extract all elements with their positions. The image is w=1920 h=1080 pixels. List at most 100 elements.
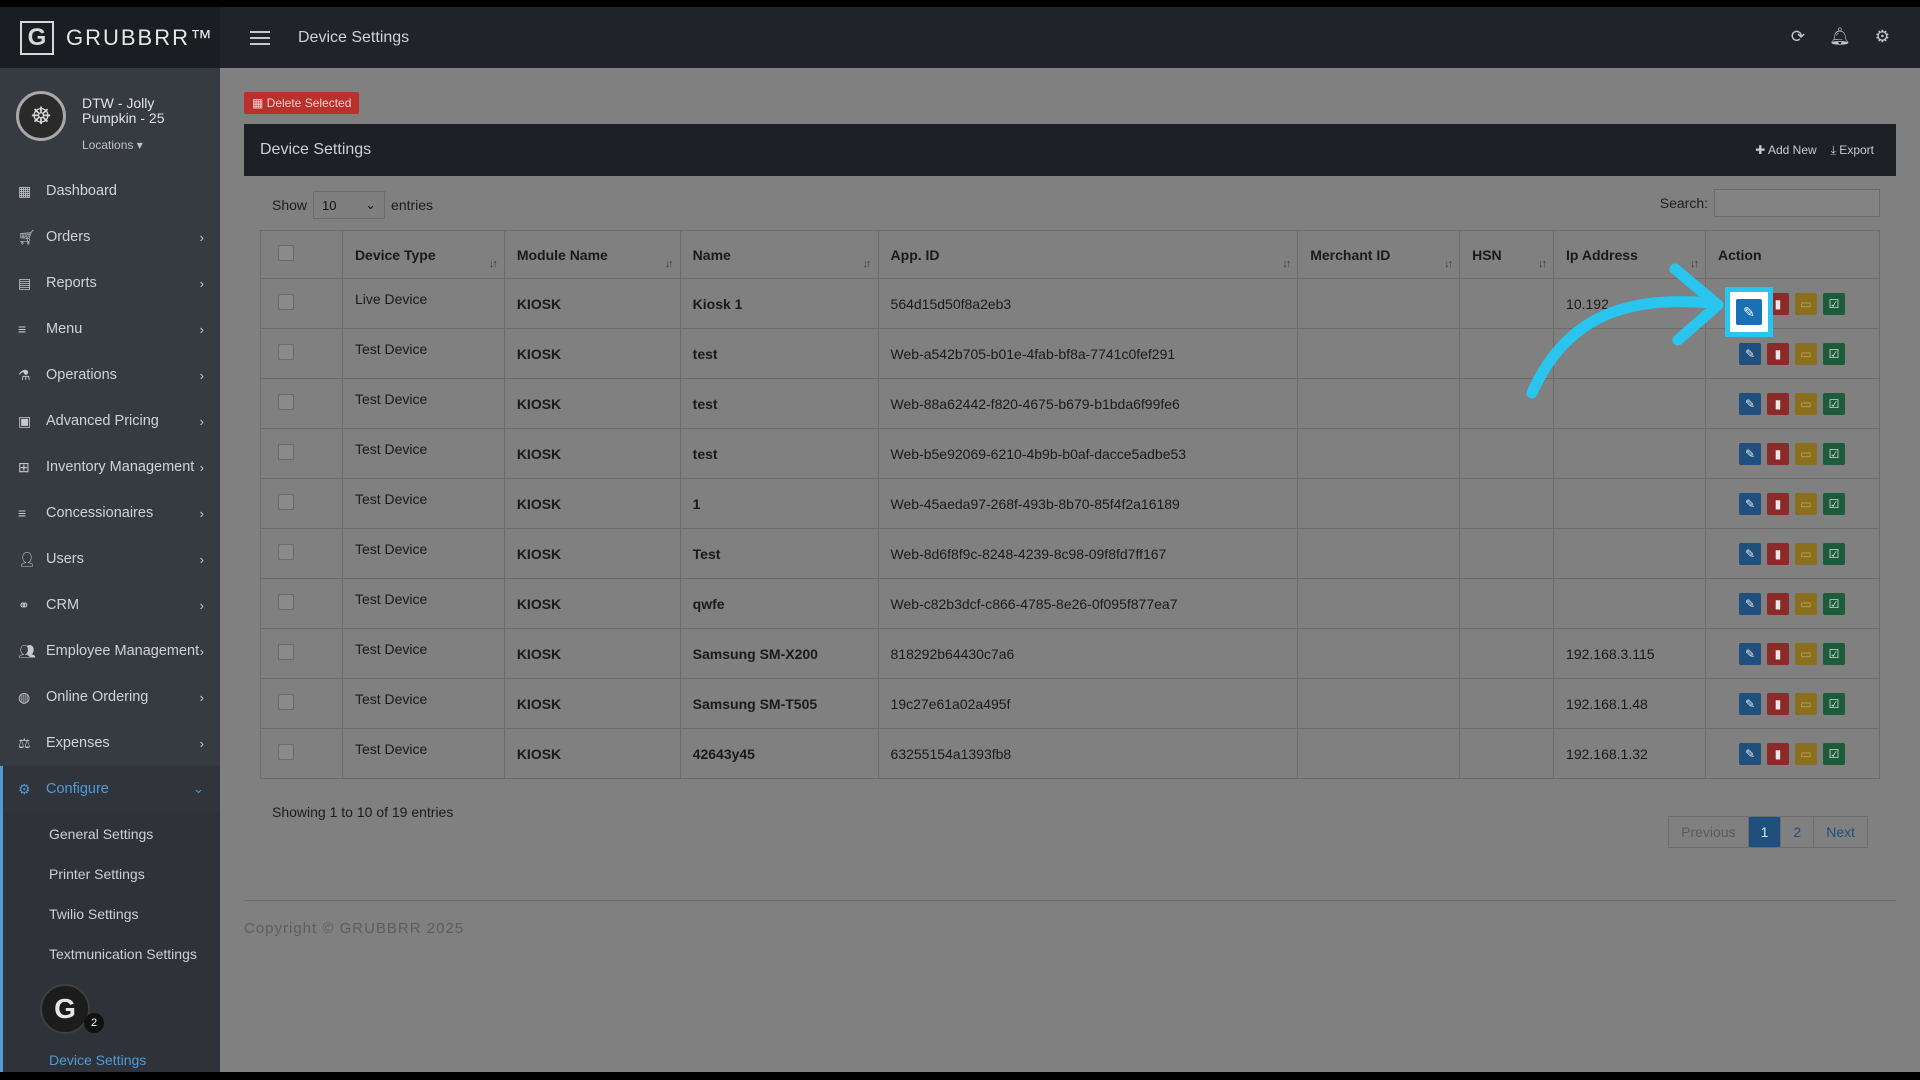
delete-button[interactable]: ▮ — [1766, 692, 1789, 715]
column-header-module-name[interactable]: Module Name ↓↑ — [503, 230, 681, 279]
brand[interactable]: G GRUBBRR™ — [0, 7, 220, 68]
row-checkbox[interactable] — [278, 544, 294, 560]
sidebar-item-dashboard[interactable]: ▦ Dashboard — [0, 168, 220, 214]
delete-button[interactable]: ▮ — [1766, 492, 1789, 515]
edit-button[interactable]: ✎ — [1738, 492, 1761, 515]
approve-button[interactable]: ☑ — [1822, 542, 1845, 565]
approve-button[interactable]: ☑ — [1822, 742, 1845, 765]
sidebar-item-online-ordering[interactable]: ◍ Online Ordering › — [0, 674, 220, 720]
add-new-button[interactable]: ✚ Add New — [1755, 143, 1816, 158]
subnav-item-textmunication-settings[interactable]: Textmunication Settings — [3, 934, 220, 1000]
column-header-action[interactable]: Action — [1704, 230, 1881, 279]
subnav-item-twilio-settings[interactable]: Twilio Settings — [3, 894, 220, 934]
sidebar-item-orders[interactable]: 🛒︎ Orders › — [0, 214, 220, 260]
delete-button[interactable]: ▮ — [1766, 642, 1789, 665]
sidebar-item-menu[interactable]: ≡ Menu › — [0, 306, 220, 352]
approve-button[interactable]: ☑ — [1822, 692, 1845, 715]
merchant-id-cell — [1297, 278, 1461, 329]
approve-button[interactable]: ☑ — [1822, 592, 1845, 615]
sidebar-item-employee-management[interactable]: 👥︎ Employee Management › — [0, 628, 220, 674]
refresh-icon[interactable]: ⟳ — [1791, 27, 1805, 47]
column-header-merchant-id[interactable]: Merchant ID ↓↑ — [1297, 230, 1461, 279]
search-input[interactable] — [1714, 189, 1880, 217]
sidebar-item-crm[interactable]: ⚭ CRM › — [0, 582, 220, 628]
row-checkbox[interactable] — [278, 294, 294, 310]
view-button[interactable]: ▭ — [1794, 292, 1817, 315]
row-checkbox[interactable] — [278, 344, 294, 360]
view-button[interactable]: ▭ — [1794, 392, 1817, 415]
approve-button[interactable]: ☑ — [1822, 492, 1845, 515]
column-header-hsn[interactable]: HSN ↓↑ — [1459, 230, 1555, 279]
module-name-cell: KIOSK — [503, 278, 681, 329]
approve-button[interactable]: ☑ — [1822, 392, 1845, 415]
subnav-item-device-settings[interactable]: Device Settings — [3, 1040, 220, 1072]
delete-button[interactable]: ▮ — [1766, 592, 1789, 615]
edit-button[interactable]: ✎ — [1738, 442, 1761, 465]
row-checkbox[interactable] — [278, 444, 294, 460]
previous-page-button[interactable]: Previous — [1669, 817, 1749, 847]
sort-icon: ↓↑ — [1444, 258, 1453, 270]
column-header-name[interactable]: Name ↓↑ — [679, 230, 879, 279]
row-checkbox[interactable] — [278, 494, 294, 510]
edit-button[interactable]: ✎ — [1738, 342, 1761, 365]
select-all-checkbox[interactable] — [278, 245, 294, 261]
view-button[interactable]: ▭ — [1794, 492, 1817, 515]
sidebar-item-reports[interactable]: ▤ Reports › — [0, 260, 220, 306]
column-header-ip-address[interactable]: Ip Address ↓↑ — [1553, 230, 1706, 279]
sidebar-item-users[interactable]: 👤︎ Users › — [0, 536, 220, 582]
row-checkbox[interactable] — [278, 594, 294, 610]
approve-button[interactable]: ☑ — [1822, 342, 1845, 365]
row-checkbox[interactable] — [278, 644, 294, 660]
gear-icon[interactable]: ⚙ — [1875, 27, 1890, 47]
view-button[interactable]: ▭ — [1794, 642, 1817, 665]
approve-button[interactable]: ☑ — [1822, 292, 1845, 315]
menu-toggle-icon[interactable] — [250, 27, 270, 49]
row-checkbox[interactable] — [278, 744, 294, 760]
view-button[interactable]: ▭ — [1794, 542, 1817, 565]
delete-selected-button[interactable]: ▦ Delete Selected — [244, 92, 360, 114]
edit-button[interactable]: ✎ — [1738, 392, 1761, 415]
locations-dropdown[interactable]: Locations ▾ — [82, 138, 143, 152]
sidebar-item-advanced-pricing[interactable]: ▣ Advanced Pricing › — [0, 398, 220, 444]
sidebar-item-expenses[interactable]: ⚖ Expenses › — [0, 720, 220, 766]
entries-select[interactable]: 10 ⌄ — [313, 191, 386, 219]
highlighted-edit-button[interactable]: ✎ — [1725, 287, 1773, 337]
column-header-app-id[interactable]: App. ID ↓↑ — [877, 230, 1299, 279]
view-button[interactable]: ▭ — [1794, 692, 1817, 715]
approve-button[interactable]: ☑ — [1822, 442, 1845, 465]
delete-button[interactable]: ▮ — [1766, 742, 1789, 765]
edit-button[interactable]: ✎ — [1738, 542, 1761, 565]
delete-button[interactable]: ▮ — [1766, 442, 1789, 465]
delete-button[interactable]: ▮ — [1766, 342, 1789, 365]
table-header-row: Device Type ↓↑ Module Name ↓↑ Name ↓↑ App. ID ↓… — [260, 230, 1881, 279]
sidebar-item-inventory-management[interactable]: ⊞ Inventory Management › — [0, 444, 220, 490]
page-button-2[interactable]: 2 — [1781, 817, 1815, 847]
row-checkbox[interactable] — [278, 394, 294, 410]
grubbrr-help-widget[interactable]: G — [40, 984, 90, 1034]
bell-icon[interactable]: 🔔︎ — [1829, 27, 1851, 47]
subnav-item-general-settings[interactable]: General Settings — [3, 814, 220, 854]
edit-button[interactable]: ✎ — [1738, 692, 1761, 715]
next-page-button[interactable]: Next — [1814, 817, 1867, 847]
sidebar-item-operations[interactable]: ⚗ Operations › — [0, 352, 220, 398]
edit-button[interactable]: ✎ — [1738, 642, 1761, 665]
subnav-item-printer-settings[interactable]: Printer Settings — [3, 854, 220, 894]
sort-icon: ↓↑ — [1538, 258, 1547, 270]
view-button[interactable]: ▭ — [1794, 442, 1817, 465]
sidebar-item-configure[interactable]: ⚙ Configure ⌄ — [0, 766, 220, 812]
subnav-item-sling[interactable]: Sling — [3, 1000, 220, 1040]
edit-button[interactable]: ✎ — [1738, 592, 1761, 615]
edit-button[interactable]: ✎ — [1738, 742, 1761, 765]
delete-button[interactable]: ▮ — [1766, 392, 1789, 415]
export-button[interactable]: ⤓ Export — [1831, 143, 1874, 158]
view-button[interactable]: ▭ — [1794, 592, 1817, 615]
row-checkbox[interactable] — [278, 694, 294, 710]
view-button[interactable]: ▭ — [1794, 742, 1817, 765]
ip-address-cell — [1553, 578, 1706, 629]
column-header-device-type[interactable]: Device Type ↓↑ — [341, 230, 505, 279]
page-button-1[interactable]: 1 — [1748, 817, 1782, 847]
view-button[interactable]: ▭ — [1794, 342, 1817, 365]
delete-button[interactable]: ▮ — [1766, 542, 1789, 565]
approve-button[interactable]: ☑ — [1822, 642, 1845, 665]
sidebar-item-concessionaires[interactable]: ≡ Concessionaires › — [0, 490, 220, 536]
